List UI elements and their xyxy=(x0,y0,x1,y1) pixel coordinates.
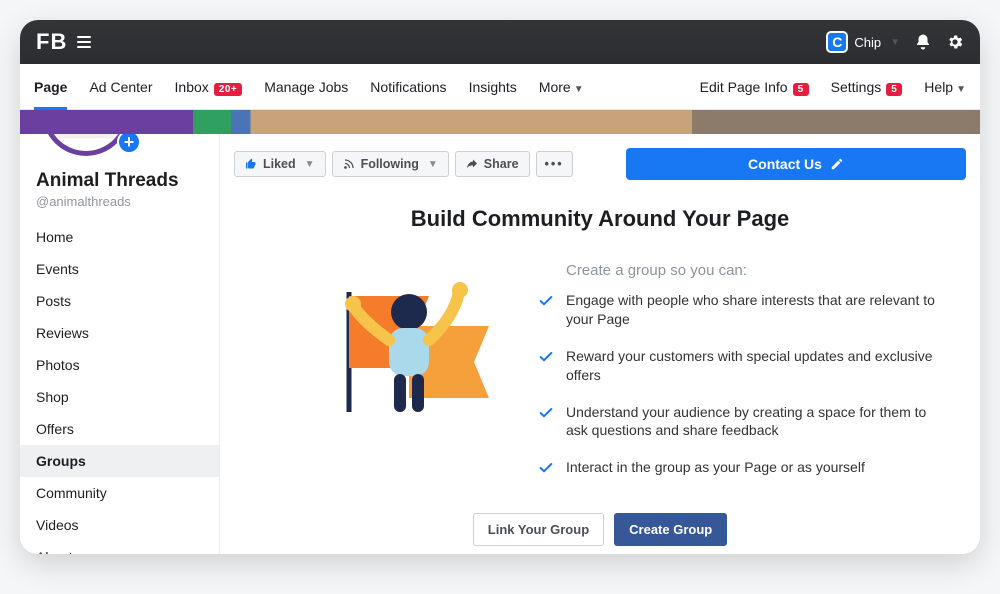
tab-adcenter[interactable]: Ad Center xyxy=(89,65,152,109)
brand-text: FB xyxy=(36,29,67,55)
share-icon xyxy=(466,158,478,170)
badge: 20+ xyxy=(214,83,242,96)
sidebar-item-reviews[interactable]: Reviews xyxy=(20,317,219,349)
sidebar-item-videos[interactable]: Videos xyxy=(20,509,219,541)
sidebar-item-community[interactable]: Community xyxy=(20,477,219,509)
community-illustration xyxy=(294,262,514,432)
chevron-down-icon: ▼ xyxy=(428,159,438,170)
sidebar-item-photos[interactable]: Photos xyxy=(20,349,219,381)
app-window: FB C Chip ▼ Page Ad Center Inbox20+ Manage … xyxy=(20,20,980,554)
tab-inbox[interactable]: Inbox20+ xyxy=(175,65,243,109)
benefit-text: Understand your audience by creating a s… xyxy=(566,403,938,441)
tab-help[interactable]: Help▼ xyxy=(924,65,966,109)
tab-editinfo[interactable]: Edit Page Info5 xyxy=(700,65,809,109)
badge: 5 xyxy=(886,83,902,96)
sidebar-item-about[interactable]: About xyxy=(20,541,219,554)
bell-icon[interactable] xyxy=(914,33,932,51)
check-icon xyxy=(538,405,554,441)
nav-tabs: Page Ad Center Inbox20+ Manage Jobs Notifica… xyxy=(20,64,980,110)
benefit-text: Interact in the group as your Page or as… xyxy=(566,458,865,477)
benefit-item: Interact in the group as your Page or as… xyxy=(538,458,938,477)
liked-button[interactable]: Liked▼ xyxy=(234,151,326,177)
contact-us-button[interactable]: Contact Us xyxy=(626,148,966,180)
benefit-text: Reward your customers with special updat… xyxy=(566,347,938,385)
link-group-button[interactable]: Link Your Group xyxy=(473,513,604,546)
page-action-row: Liked▼ Following▼ Share ••• Conta xyxy=(234,148,966,180)
topbar: FB C Chip ▼ xyxy=(20,20,980,64)
benefit-item: Reward your customers with special updat… xyxy=(538,347,938,385)
sidebar-item-posts[interactable]: Posts xyxy=(20,285,219,317)
chevron-down-icon: ▼ xyxy=(890,37,900,48)
sidebar-item-groups[interactable]: Groups xyxy=(20,445,219,477)
check-icon xyxy=(538,460,554,477)
sidebar-item-home[interactable]: Home xyxy=(20,221,219,253)
tab-settings[interactable]: Settings5 xyxy=(831,65,903,109)
sidebar-item-events[interactable]: Events xyxy=(20,253,219,285)
cover-photo xyxy=(20,110,980,134)
check-icon xyxy=(538,349,554,385)
user-name: Chip xyxy=(854,35,881,50)
user-avatar-icon: C xyxy=(826,31,848,53)
content-title: Build Community Around Your Page xyxy=(234,206,966,232)
gear-icon[interactable] xyxy=(946,33,964,51)
benefit-text: Engage with people who share interests t… xyxy=(566,291,938,329)
sidebar: + Animal Threads @animalthreads HomeEven… xyxy=(20,134,220,554)
like-icon xyxy=(245,158,257,170)
tab-insights[interactable]: Insights xyxy=(469,65,517,109)
menu-icon[interactable] xyxy=(77,36,91,48)
sidebar-item-shop[interactable]: Shop xyxy=(20,381,219,413)
more-button[interactable]: ••• xyxy=(536,151,573,177)
tab-managejobs[interactable]: Manage Jobs xyxy=(264,65,348,109)
create-group-button[interactable]: Create Group xyxy=(614,513,727,546)
topbar-right: C Chip ▼ xyxy=(826,31,964,53)
check-icon xyxy=(538,293,554,329)
chevron-down-icon: ▼ xyxy=(574,84,584,95)
chevron-down-icon: ▼ xyxy=(956,84,966,95)
benefit-item: Engage with people who share interests t… xyxy=(538,291,938,329)
share-button[interactable]: Share xyxy=(455,151,530,177)
main-content: Liked▼ Following▼ Share ••• Conta xyxy=(220,134,980,554)
tab-page[interactable]: Page xyxy=(34,65,67,109)
dots-icon: ••• xyxy=(545,157,564,171)
pencil-icon xyxy=(830,157,844,171)
badge: 5 xyxy=(793,83,809,96)
benefit-item: Understand your audience by creating a s… xyxy=(538,403,938,441)
tab-notifications[interactable]: Notifications xyxy=(370,65,446,109)
chevron-down-icon: ▼ xyxy=(305,159,315,170)
brand[interactable]: FB xyxy=(36,29,91,55)
footer-buttons: Link Your Group Create Group xyxy=(234,513,966,546)
page-handle: @animalthreads xyxy=(20,194,219,221)
sidebar-item-offers[interactable]: Offers xyxy=(20,413,219,445)
rss-icon xyxy=(343,158,355,170)
content-subtitle: Create a group so you can: xyxy=(566,262,938,279)
tab-more[interactable]: More▼ xyxy=(539,65,584,109)
following-button[interactable]: Following▼ xyxy=(332,151,449,177)
page-avatar[interactable]: + xyxy=(38,134,219,142)
user-chip[interactable]: C Chip ▼ xyxy=(826,31,900,53)
